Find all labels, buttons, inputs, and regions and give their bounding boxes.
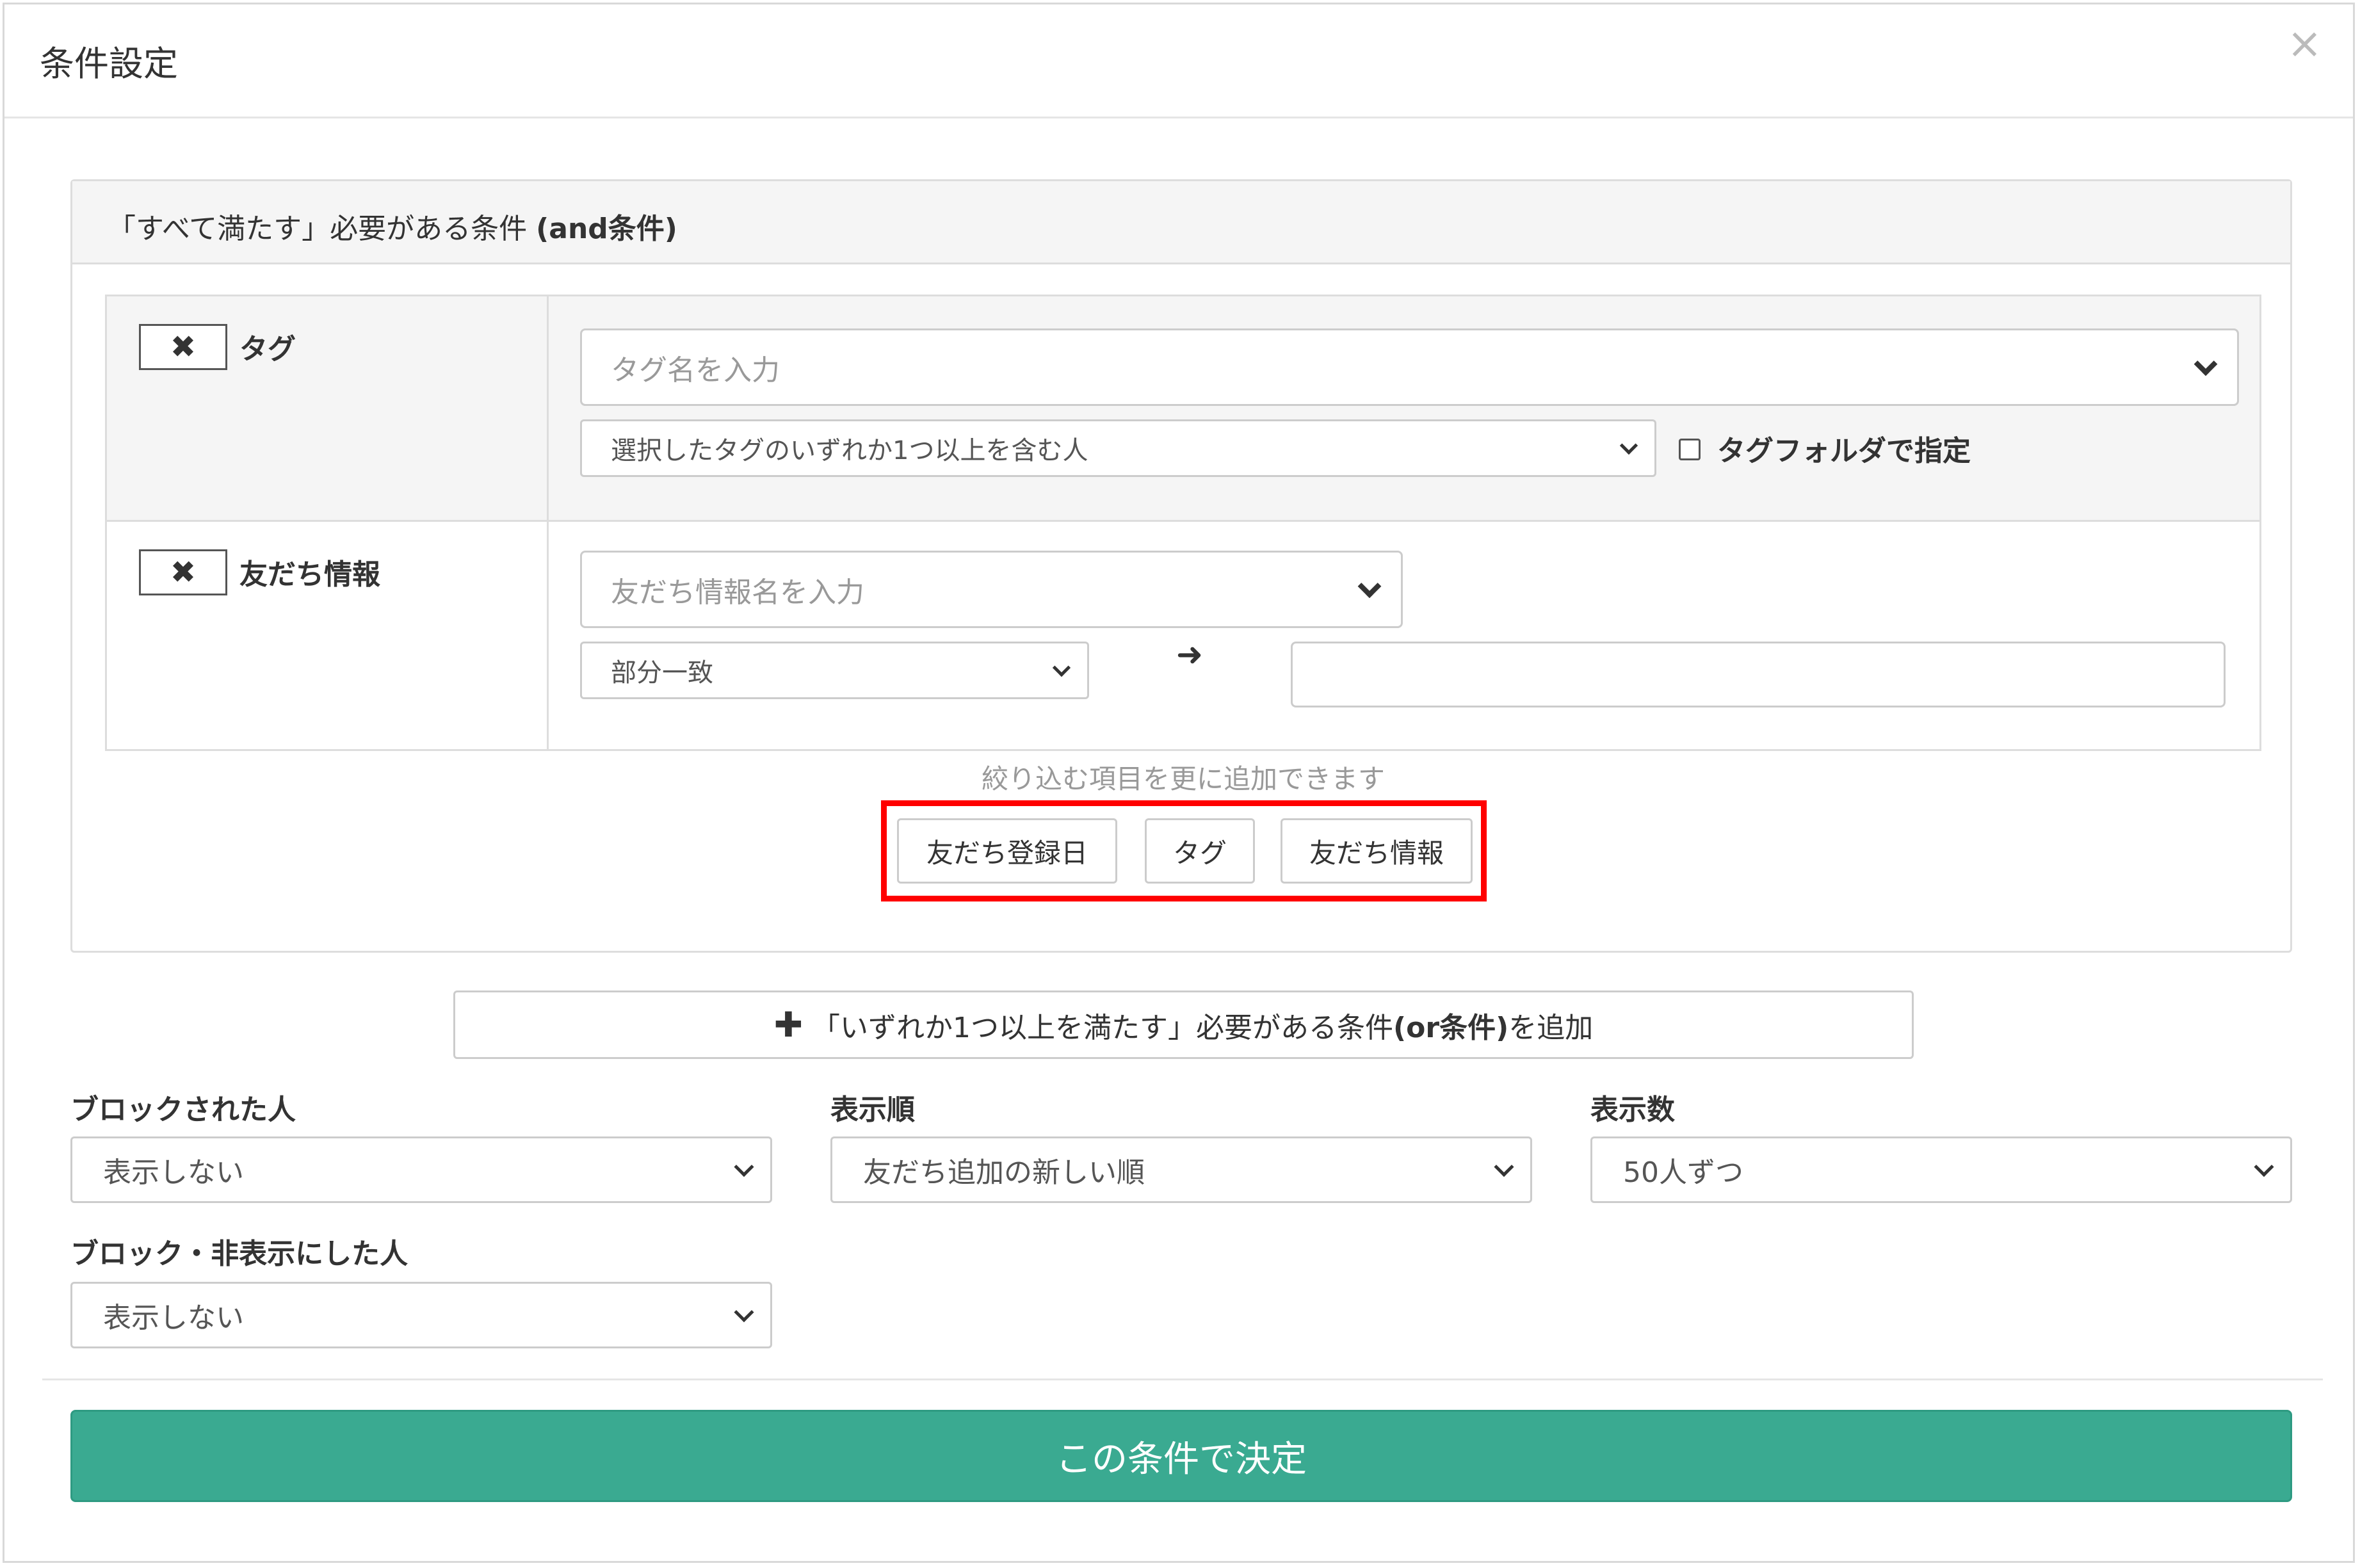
or-button-label-bold: (or条件) <box>1393 1011 1509 1044</box>
and-panel-title-bold: (and条件) <box>536 213 677 245</box>
modal-title: 条件設定 <box>40 44 178 84</box>
add-tag-button[interactable]: タグ <box>1145 818 1255 884</box>
add-or-condition-button[interactable]: ✚ 「いずれか1つ以上を満たす」必要がある条件 (or条件) を追加 <box>453 990 1914 1059</box>
plus-icon: ✚ <box>773 1005 804 1045</box>
and-panel-title-text: 「すべて満たす」必要がある条件 <box>108 213 537 245</box>
blocked-hidden-select[interactable]: 表示しない <box>70 1282 772 1348</box>
order-label: 表示順 <box>830 1094 915 1126</box>
modal-header: 条件設定 × <box>4 4 2353 118</box>
blocked-value: 表示しない <box>103 1156 244 1189</box>
remove-friend-info-condition-button[interactable]: ✖ <box>139 549 227 595</box>
blocked-select[interactable]: 表示しない <box>70 1136 772 1203</box>
remove-tag-condition-button[interactable]: ✖ <box>139 324 227 370</box>
blocked-label: ブロックされた人 <box>70 1094 296 1126</box>
friend-info-label-cell: ✖ 友だち情報 <box>107 522 549 749</box>
tag-search-select[interactable]: タグ名を入力 <box>580 328 2239 406</box>
arrow-right-icon: ➜ <box>1176 636 1203 673</box>
chevron-down-icon <box>2194 352 2218 376</box>
condition-settings-modal: 条件設定 × 「すべて満たす」必要がある条件 (and条件) ✖ タグ タグ名を… <box>3 3 2355 1563</box>
friend-info-row-label: 友だち情報 <box>239 558 380 591</box>
friend-info-value-input[interactable] <box>1291 642 2226 707</box>
friend-info-search-select[interactable]: 友だち情報名を入力 <box>580 551 1403 628</box>
tag-folder-label: タグフォルダで指定 <box>1717 435 1971 467</box>
friend-info-search-placeholder: 友だち情報名を入力 <box>611 576 864 609</box>
conditions-table: ✖ タグ タグ名を入力 選択したタグのいずれか1つ以上を含む人 タグフォルダで指… <box>105 295 2261 751</box>
count-value: 50人ずつ <box>1623 1156 1743 1189</box>
order-value: 友だち追加の新しい順 <box>863 1156 1145 1189</box>
count-select[interactable]: 50人ずつ <box>1590 1136 2292 1203</box>
chevron-down-icon <box>1494 1157 1514 1177</box>
tag-condition-row: ✖ タグ タグ名を入力 選択したタグのいずれか1つ以上を含む人 タグフォルダで指… <box>107 296 2259 522</box>
blocked-hidden-value: 表示しない <box>103 1302 244 1334</box>
friend-info-condition-row: ✖ 友だち情報 友だち情報名を入力 部分一致 ➜ <box>107 522 2259 749</box>
footer-divider <box>42 1378 2323 1380</box>
chevron-down-icon <box>2254 1157 2274 1177</box>
or-button-label: 「いずれか1つ以上を満たす」必要がある条件 <box>812 1011 1394 1044</box>
add-registration-date-button[interactable]: 友だち登録日 <box>897 818 1117 884</box>
count-label: 表示数 <box>1590 1094 1675 1126</box>
add-filter-hint: 絞り込む項目を更に追加できます <box>981 763 1385 795</box>
chevron-down-icon <box>1619 436 1638 455</box>
chevron-down-icon <box>1357 574 1382 598</box>
friend-info-match-value: 部分一致 <box>611 658 713 688</box>
and-panel-heading: 「すべて満たす」必要がある条件 (and条件) <box>72 181 2290 264</box>
order-select[interactable]: 友だち追加の新しい順 <box>830 1136 1532 1203</box>
chevron-down-icon <box>734 1157 754 1177</box>
friend-info-match-select[interactable]: 部分一致 <box>580 642 1089 699</box>
chevron-down-icon <box>734 1302 754 1323</box>
submit-conditions-button[interactable]: この条件で決定 <box>70 1410 2292 1502</box>
tag-row-label: タグ <box>239 333 296 366</box>
blocked-hidden-label: ブロック・非表示にした人 <box>70 1238 408 1270</box>
tag-match-select[interactable]: 選択したタグのいずれか1つ以上を含む人 <box>580 419 1656 477</box>
and-conditions-panel: 「すべて満たす」必要がある条件 (and条件) ✖ タグ タグ名を入力 選択した… <box>70 179 2292 953</box>
or-button-label-suffix: を追加 <box>1508 1011 1594 1044</box>
and-panel-title: 「すべて満たす」必要がある条件 (and条件) <box>108 206 677 247</box>
tag-match-value: 選択したタグのいずれか1つ以上を含む人 <box>611 436 1088 465</box>
chevron-down-icon <box>1052 658 1071 677</box>
tag-folder-checkbox[interactable] <box>1679 439 1701 460</box>
close-icon[interactable]: × <box>2287 22 2322 65</box>
tag-label-cell: ✖ タグ <box>107 296 549 520</box>
tag-search-placeholder: タグ名を入力 <box>611 353 780 387</box>
add-friend-info-button[interactable]: 友だち情報 <box>1281 818 1473 884</box>
